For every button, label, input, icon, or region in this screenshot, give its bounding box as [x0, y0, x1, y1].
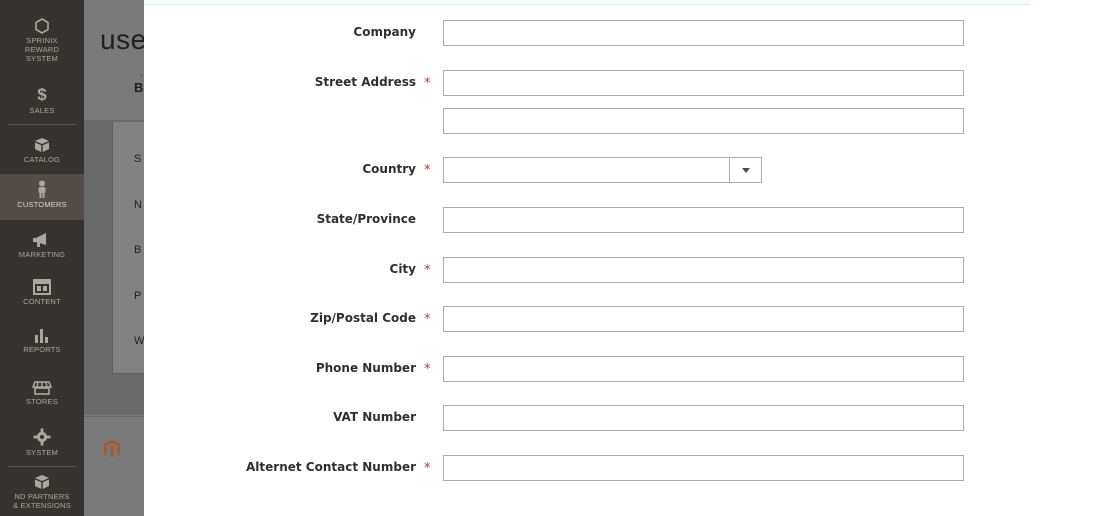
storefront-icon [32, 381, 52, 395]
vat-number-input[interactable] [443, 405, 964, 431]
required-mark: * [424, 362, 431, 377]
phone-number-input[interactable] [443, 356, 964, 382]
caret-down-icon [742, 168, 750, 173]
nav-content[interactable]: CONTENT [0, 279, 84, 306]
layout-icon [33, 279, 51, 295]
section-item[interactable]: B [134, 244, 141, 256]
admin-sidebar: SPRINIX REWARD SYSTEM $ SALES CATALOG CU… [0, 0, 84, 516]
dollar-icon: $ [37, 85, 47, 104]
nav-divider [8, 124, 76, 125]
field-label: City [389, 262, 416, 276]
nav-marketing[interactable]: MARKETING [0, 232, 84, 259]
person-icon [38, 180, 46, 198]
nav-label: ND PARTNERS & EXTENSIONS [13, 492, 71, 510]
nav-label: CATALOG [23, 155, 61, 164]
page-tab[interactable]: B [134, 80, 143, 95]
required-mark: * [424, 263, 431, 278]
field-street-address-line-2 [144, 108, 1110, 134]
field-phone-number: Phone Number * [144, 356, 1110, 382]
field-street-address: Street Address * [144, 70, 1110, 96]
field-label: Alternet Contact Number [246, 460, 416, 474]
nav-customers[interactable]: CUSTOMERS [0, 174, 84, 220]
zip-postal-code-input[interactable] [443, 306, 964, 332]
field-alternet-contact-number: Alternet Contact Number * [144, 455, 1110, 481]
section-item[interactable]: S [134, 153, 141, 165]
field-state-province: State/Province [144, 207, 1110, 233]
field-label: Company [353, 25, 416, 39]
nav-label: SALES [29, 106, 55, 115]
nav-sales[interactable]: $ SALES [0, 85, 84, 116]
field-label: State/Province [316, 212, 416, 226]
page-footer [84, 416, 144, 516]
nav-catalog[interactable]: CATALOG [0, 137, 84, 164]
nav-stores[interactable]: STORES [0, 381, 84, 406]
field-label: VAT Number [333, 410, 416, 424]
box-icon [35, 475, 49, 489]
page-title: use [100, 24, 144, 55]
nav-label: STORES [26, 397, 58, 406]
background-page: use . B S N B P W [84, 0, 144, 516]
magento-logo-icon [104, 440, 120, 458]
state-province-input[interactable] [443, 207, 964, 233]
tab-indicator: . [140, 68, 143, 79]
field-company: Company [144, 20, 1110, 46]
required-mark: * [424, 163, 431, 178]
field-label: Country [362, 162, 416, 176]
field-label: Zip/Postal Code [310, 311, 416, 325]
company-input[interactable] [443, 20, 964, 46]
nav-label: REPORTS [23, 345, 61, 354]
required-mark: * [424, 461, 431, 476]
nav-label: MARKETING [18, 250, 66, 259]
nav-label: SPRINIX REWARD SYSTEM [24, 36, 60, 63]
address-modal: Company Street Address * Country * State… [144, 0, 1110, 516]
city-input[interactable] [443, 257, 964, 283]
box-icon [35, 138, 49, 152]
megaphone-icon [33, 233, 46, 247]
field-zip-postal-code: Zip/Postal Code * [144, 306, 1110, 332]
country-select[interactable] [443, 157, 762, 183]
nav-system[interactable]: SYSTEM [0, 428, 84, 457]
field-country: Country * [144, 157, 1110, 183]
alternet-contact-number-input[interactable] [443, 455, 964, 481]
nav-label: CONTENT [23, 297, 61, 306]
section-item[interactable]: W [134, 335, 144, 347]
nav-find-partners-extensions[interactable]: ND PARTNERS & EXTENSIONS [0, 474, 84, 510]
street-address-input[interactable] [443, 70, 964, 96]
nav-sprinix-reward-system[interactable]: SPRINIX REWARD SYSTEM [0, 18, 84, 63]
field-vat-number: VAT Number [144, 405, 1110, 431]
section-item[interactable]: N [134, 199, 142, 211]
gear-icon [33, 428, 51, 446]
nav-divider [8, 466, 76, 467]
select-toggle[interactable] [729, 158, 761, 182]
nav-label: CUSTOMERS [17, 200, 67, 209]
field-city: City * [144, 257, 1110, 283]
street-address-line-2-input[interactable] [443, 108, 964, 134]
required-mark: * [424, 76, 431, 91]
required-mark: * [424, 312, 431, 327]
field-label: Phone Number [315, 361, 416, 375]
nav-reports[interactable]: REPORTS [0, 327, 84, 354]
hexagon-icon [35, 18, 49, 34]
section-item[interactable]: P [134, 290, 141, 302]
modal-header-strip [144, 0, 1030, 5]
nav-label: SYSTEM [25, 448, 59, 457]
field-label: Street Address [314, 75, 416, 89]
bar-chart-icon [35, 329, 48, 343]
